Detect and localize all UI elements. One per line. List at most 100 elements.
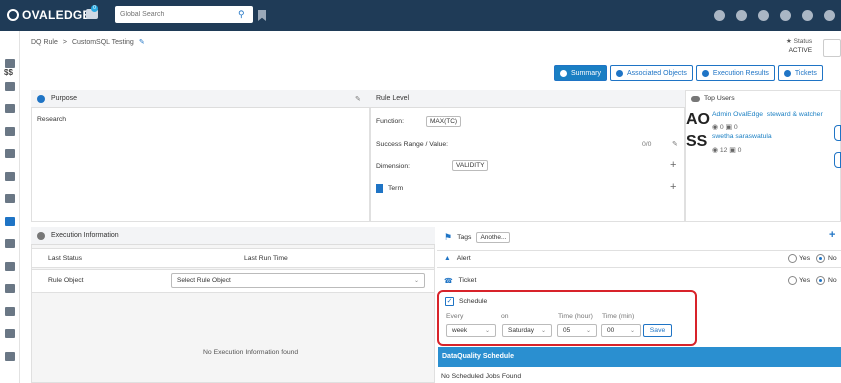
- ticket-yes-radio[interactable]: [788, 276, 797, 285]
- avatar[interactable]: SS: [686, 133, 707, 151]
- every-label: Every: [446, 313, 464, 320]
- chart-icon[interactable]: [5, 149, 15, 158]
- min-label: Time (min): [602, 313, 635, 320]
- table-icon[interactable]: [5, 284, 15, 293]
- tag-chip[interactable]: Anothe...: [476, 232, 511, 243]
- user-name[interactable]: Admin OvalEdge: [712, 111, 763, 118]
- chevron-down-icon: ⌄: [413, 278, 419, 284]
- global-search[interactable]: ⚲: [115, 6, 253, 23]
- add-dimension-icon[interactable]: +: [670, 159, 676, 171]
- tags-title: Tags: [457, 234, 472, 241]
- logo-text: OVALEDGE: [22, 8, 91, 22]
- dimension-label: Dimension:: [376, 163, 410, 170]
- ovaledge-logo[interactable]: OVALEDGE: [7, 8, 91, 22]
- user-menu-icon[interactable]: [824, 10, 835, 21]
- schedule-checkbox[interactable]: ✓: [445, 297, 454, 306]
- ticket-label: Ticket: [458, 277, 477, 284]
- function-label: Function:: [376, 118, 404, 125]
- chevron-down-icon: ⌄: [484, 328, 490, 334]
- dq-schedule-header: DataQuality Schedule: [438, 347, 841, 367]
- card-icon[interactable]: [5, 239, 15, 248]
- term-label: Term: [388, 185, 404, 192]
- top-navbar: OVALEDGE 0 ⚲: [0, 0, 841, 31]
- globe-icon[interactable]: [736, 10, 747, 21]
- tab-associated-objects-label: Associated Objects: [626, 69, 687, 77]
- tools-icon[interactable]: [5, 329, 15, 338]
- top-users-panel: [685, 90, 841, 222]
- clipboard-icon[interactable]: [5, 172, 15, 181]
- bell-icon: ▲: [444, 255, 451, 262]
- execution-header: Execution Information: [31, 227, 435, 245]
- every-select[interactable]: week ⌄: [446, 324, 496, 337]
- chevron-down-icon: ⌄: [629, 328, 635, 334]
- governance-icon[interactable]: [5, 217, 15, 226]
- day-select-value: Saturday: [508, 327, 535, 334]
- status-value: ACTIVE: [788, 47, 813, 54]
- edit-success-range-icon[interactable]: ✎: [672, 140, 678, 148]
- support-icon[interactable]: [714, 10, 725, 21]
- empty-execution-message: No Execution Information found: [203, 349, 299, 356]
- user-settings-icon[interactable]: [5, 352, 15, 361]
- success-range-value: 0/0: [642, 141, 652, 148]
- rule-object-select[interactable]: Select Rule Object ⌄: [171, 273, 425, 288]
- minute-select[interactable]: 00 ⌄: [601, 324, 641, 337]
- alert-yes-radio[interactable]: [788, 254, 797, 263]
- alert-no-label: No: [828, 255, 837, 262]
- avatar[interactable]: AO: [686, 111, 710, 129]
- list-icon[interactable]: [5, 82, 15, 91]
- user-role: steward & watcher: [766, 111, 823, 118]
- breadcrumb: DQ Rule > CustomSQL Testing ✎: [31, 38, 145, 47]
- schedule-label: Schedule: [459, 298, 488, 305]
- edit-purpose-icon[interactable]: ✎: [355, 95, 361, 103]
- ticket-no-radio[interactable]: [816, 276, 825, 285]
- summary-icon: [560, 69, 567, 77]
- hour-select[interactable]: 05 ⌄: [557, 324, 597, 337]
- function-value: MAX(TC): [426, 116, 462, 127]
- document-icon[interactable]: [5, 194, 15, 203]
- side-panel-button[interactable]: [834, 152, 841, 168]
- expand-icon[interactable]: [802, 10, 813, 21]
- chevron-down-icon: ⌄: [585, 328, 591, 334]
- database-icon[interactable]: [5, 104, 15, 113]
- clock-icon: [701, 69, 709, 77]
- add-tag-icon[interactable]: +: [829, 229, 835, 241]
- every-select-value: week: [452, 327, 468, 334]
- hourglass-icon[interactable]: [5, 307, 15, 316]
- hour-select-value: 05: [563, 327, 571, 334]
- success-range-label: Success Range / Value:: [376, 141, 449, 148]
- grid-menu-icon[interactable]: [823, 39, 841, 57]
- notification-icon[interactable]: [758, 10, 769, 21]
- user-stats: ◉ 12 ▣ 0: [712, 147, 742, 154]
- user-name[interactable]: swetha saraswatula: [712, 133, 772, 140]
- folder-icon[interactable]: [5, 262, 15, 271]
- help-icon[interactable]: [780, 10, 791, 21]
- alert-label-group: ▲ Alert: [444, 255, 471, 262]
- side-panel-button[interactable]: [834, 125, 841, 141]
- top-users-header: Top Users: [691, 95, 735, 102]
- user-row: Admin OvalEdge steward & watcher: [712, 111, 823, 118]
- tab-summary[interactable]: Summary: [554, 65, 607, 81]
- search-input[interactable]: [120, 11, 238, 18]
- tab-tickets[interactable]: Tickets: [777, 65, 823, 81]
- book-icon[interactable]: [5, 127, 15, 136]
- add-term-icon[interactable]: +: [670, 181, 676, 193]
- headset-icon: ☎: [444, 278, 453, 285]
- save-schedule-button[interactable]: Save: [643, 324, 672, 337]
- tab-associated-objects[interactable]: Associated Objects: [609, 65, 693, 81]
- star-icon[interactable]: ★: [786, 38, 792, 45]
- search-icon[interactable]: ⚲: [238, 9, 245, 20]
- alert-no-radio[interactable]: [816, 254, 825, 263]
- sidebar-ss-icon[interactable]: $$: [4, 68, 13, 77]
- hour-label: Time (hour): [558, 313, 593, 320]
- day-select[interactable]: Saturday ⌄: [502, 324, 552, 337]
- tab-execution-results[interactable]: Execution Results: [695, 65, 775, 81]
- edit-title-icon[interactable]: ✎: [139, 38, 145, 46]
- breadcrumb-root[interactable]: DQ Rule: [31, 39, 58, 46]
- alert-row: [437, 250, 841, 268]
- alert-label: Alert: [456, 255, 471, 262]
- home-icon[interactable]: [5, 59, 15, 68]
- dimension-value: VALIDITY: [452, 160, 489, 171]
- execution-title: Execution Information: [51, 232, 119, 239]
- purpose-text[interactable]: Research: [37, 116, 66, 123]
- bookmark-icon[interactable]: [258, 10, 266, 21]
